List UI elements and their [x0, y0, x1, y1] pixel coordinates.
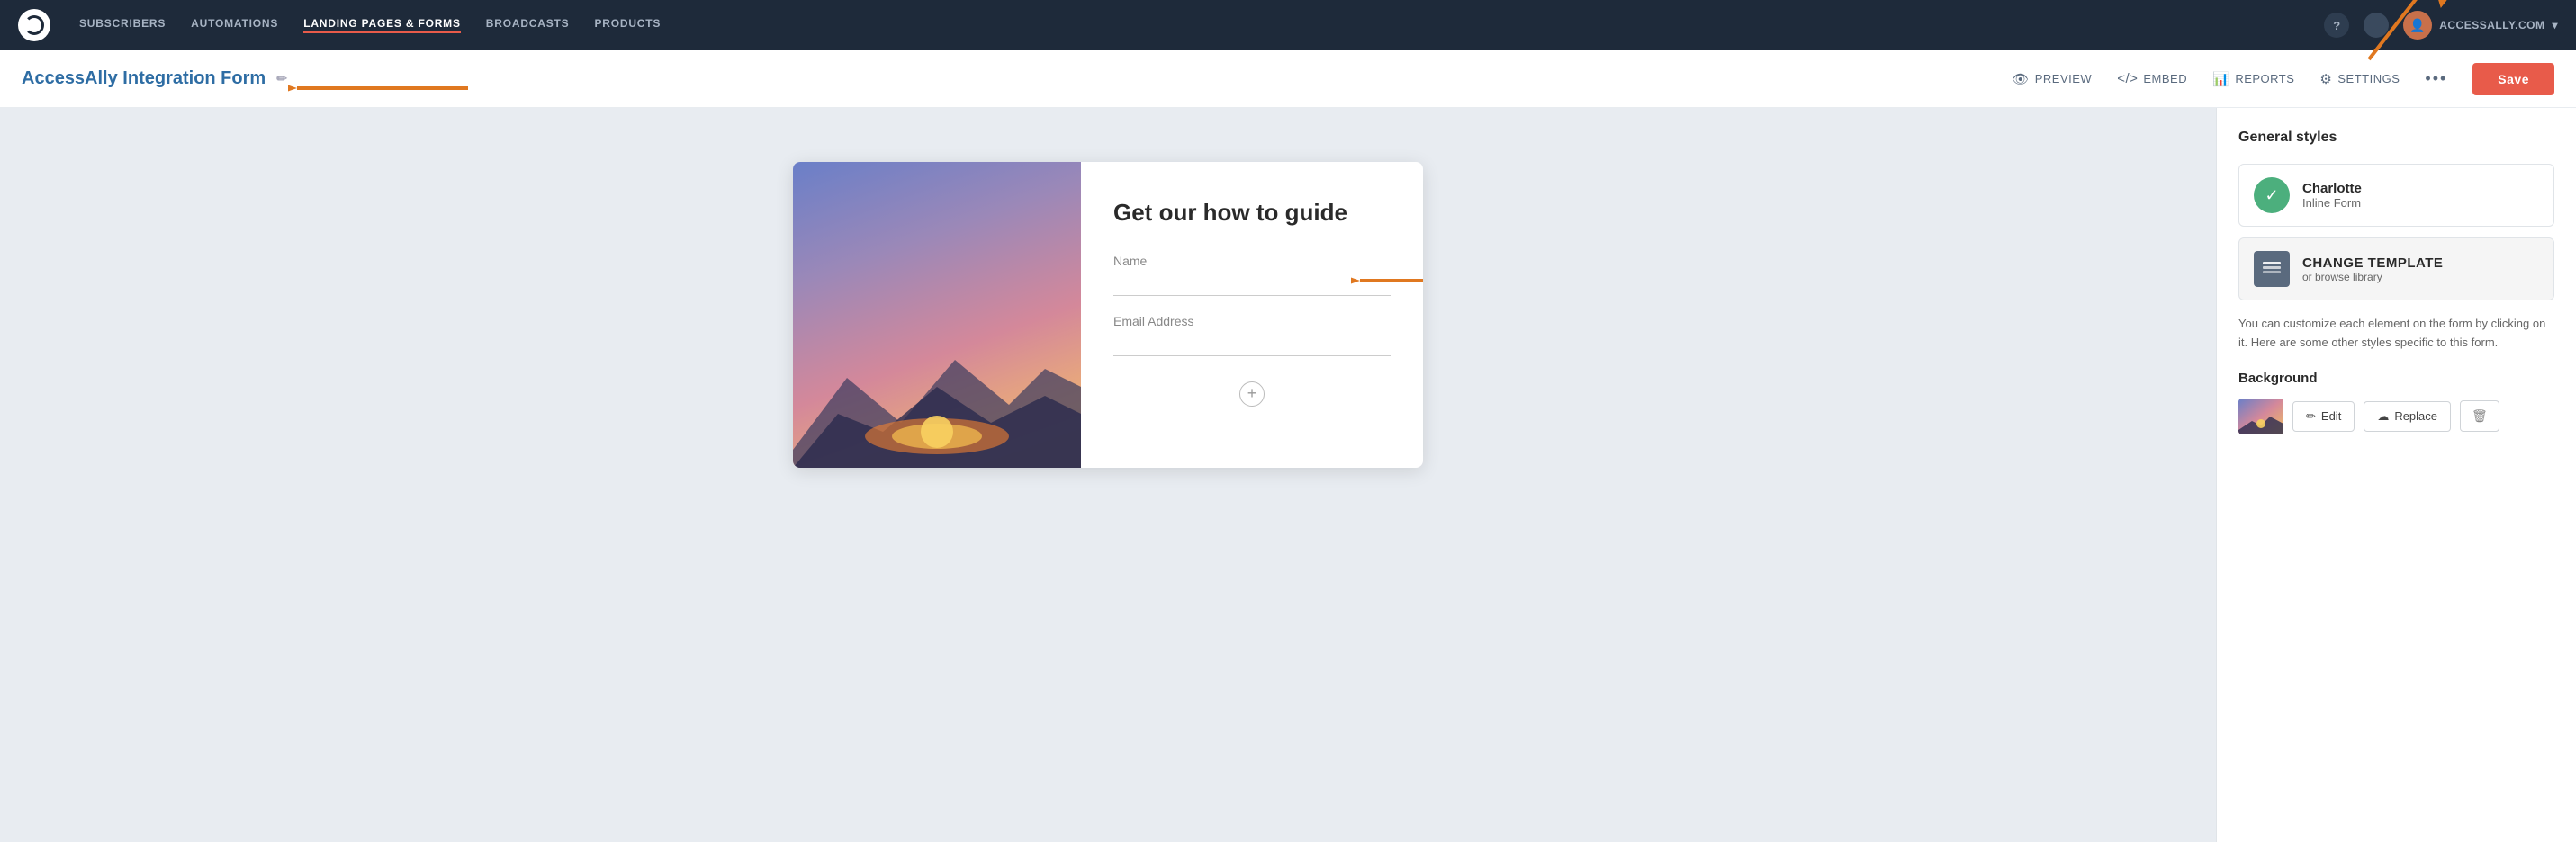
nav-right: ? 👤 ACCESSALLY.COM ▾	[2324, 11, 2558, 40]
change-template-main: CHANGE TEMPLATE	[2302, 255, 2443, 271]
panel-description: You can customize each element on the fo…	[2238, 315, 2554, 353]
main-layout: Get our how to guide Name	[0, 108, 2576, 842]
settings-label: SETTINGS	[2337, 72, 2400, 85]
nav-item-subscribers[interactable]: SUBSCRIBERS	[79, 17, 166, 33]
toolbar: AccessAlly Integration Form ✏ 👁 PREVIEW …	[0, 50, 2576, 108]
edit-background-button[interactable]: ✏ Edit	[2292, 401, 2355, 432]
change-template-card[interactable]: CHANGE TEMPLATE or browse library	[2238, 237, 2554, 300]
more-options-button[interactable]: •••	[2425, 69, 2447, 88]
template-sub: Inline Form	[2302, 196, 2539, 210]
settings-button[interactable]: ⚙ SETTINGS	[2319, 71, 2400, 87]
arrow-to-title	[288, 61, 486, 115]
top-navigation: SUBSCRIBERS AUTOMATIONS LANDING PAGES & …	[0, 0, 2576, 50]
delete-background-button[interactable]: 🗑	[2460, 400, 2499, 432]
add-name-annotation: Add a name field	[1351, 263, 1423, 299]
account-menu[interactable]: 👤 ACCESSALLY.COM ▾	[2403, 11, 2558, 40]
nav-item-broadcasts[interactable]: BROADCASTS	[486, 17, 570, 33]
form-image	[793, 162, 1081, 468]
bg-preview-graphic	[2238, 399, 2283, 434]
name-field-label: Name	[1113, 254, 1391, 268]
preview-label: PREVIEW	[2035, 72, 2092, 85]
trash-icon: 🗑	[2472, 408, 2488, 423]
account-name: ACCESSALLY.COM	[2439, 19, 2544, 31]
add-field-button[interactable]: +	[1239, 381, 1265, 407]
reports-icon: 📊	[2212, 71, 2229, 87]
background-controls: ✏ Edit ☁ Replace 🗑	[2238, 399, 2554, 434]
email-field-label: Email Address	[1113, 314, 1391, 328]
help-button[interactable]: ?	[2324, 13, 2349, 38]
arrow-to-name	[1351, 263, 1423, 299]
email-field[interactable]: Email Address	[1113, 314, 1391, 356]
change-template-text: CHANGE TEMPLATE or browse library	[2302, 255, 2443, 283]
template-name: Charlotte	[2302, 181, 2539, 196]
background-section-title: Background	[2238, 371, 2554, 386]
change-template-sub: or browse library	[2302, 271, 2443, 283]
reports-button[interactable]: 📊 REPORTS	[2212, 71, 2294, 87]
reports-label: REPORTS	[2235, 72, 2294, 85]
replace-icon: ☁	[2377, 409, 2389, 424]
settings-icon: ⚙	[2319, 71, 2332, 87]
template-grid-icon	[2262, 261, 2282, 277]
nav-item-products[interactable]: PRODUCTS	[594, 17, 661, 33]
background-thumbnail	[2238, 399, 2283, 434]
save-button[interactable]: Save	[2472, 63, 2554, 95]
change-template-icon	[2254, 251, 2290, 287]
form-preview-card: Get our how to guide Name	[793, 162, 1423, 468]
logo[interactable]	[18, 9, 50, 41]
canvas-area[interactable]: Get our how to guide Name	[0, 108, 2216, 842]
template-info: Charlotte Inline Form	[2302, 181, 2539, 210]
form-title-area: AccessAlly Integration Form ✏	[22, 68, 287, 89]
right-panel: General styles ✓ Charlotte Inline Form C…	[2216, 108, 2576, 842]
preview-button[interactable]: 👁 PREVIEW	[2012, 71, 2092, 87]
edit-label: Edit	[2321, 409, 2341, 423]
preview-icon: 👁	[2012, 71, 2030, 87]
replace-background-button[interactable]: ☁ Replace	[2364, 401, 2451, 432]
notifications-button[interactable]	[2364, 13, 2389, 38]
plus-icon: +	[1239, 381, 1265, 407]
name-input[interactable]	[1113, 273, 1391, 296]
mountain-graphic	[793, 288, 1081, 468]
form-heading: Get our how to guide	[1113, 198, 1391, 228]
toolbar-actions: 👁 PREVIEW </> EMBED 📊 REPORTS ⚙ SETTINGS…	[2012, 63, 2554, 95]
form-title-text: AccessAlly Integration Form	[22, 68, 266, 89]
add-field-row: +	[1113, 374, 1391, 407]
nav-items: SUBSCRIBERS AUTOMATIONS LANDING PAGES & …	[79, 17, 2295, 33]
nav-item-landing-pages[interactable]: LANDING PAGES & FORMS	[303, 17, 461, 33]
edit-title-icon[interactable]: ✏	[276, 71, 287, 86]
chevron-down-icon: ▾	[2552, 19, 2558, 31]
template-card-charlotte[interactable]: ✓ Charlotte Inline Form	[2238, 164, 2554, 227]
email-input[interactable]	[1113, 334, 1391, 356]
logo-icon	[24, 15, 44, 35]
name-field[interactable]: Name A	[1113, 254, 1391, 296]
panel-section-title: General styles	[2238, 130, 2554, 146]
replace-label: Replace	[2394, 409, 2437, 423]
nav-item-automations[interactable]: AUTOMATIONS	[191, 17, 278, 33]
form-fields: Name A	[1113, 254, 1391, 407]
avatar-icon: 👤	[2403, 11, 2432, 40]
template-check-icon: ✓	[2254, 177, 2290, 213]
embed-label: EMBED	[2143, 72, 2187, 85]
embed-icon: </>	[2117, 71, 2138, 86]
edit-icon: ✏	[2306, 409, 2316, 424]
embed-button[interactable]: </> EMBED	[2117, 71, 2187, 86]
form-content-side: Get our how to guide Name	[1081, 162, 1423, 468]
